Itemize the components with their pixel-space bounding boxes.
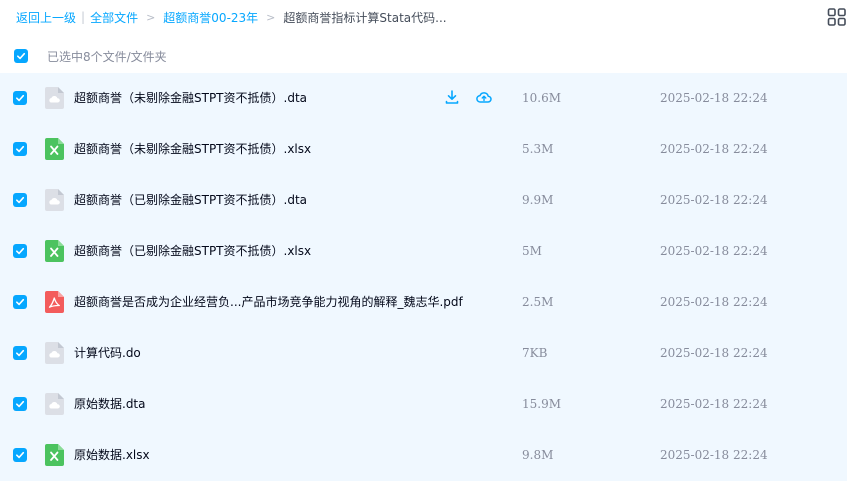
file-name[interactable]: 超额商誉（未剔除金融STPT资不抵债）.xlsx	[74, 124, 311, 175]
checkmark-icon	[16, 145, 25, 153]
back-link[interactable]: 返回上一级	[16, 9, 76, 26]
file-name[interactable]: 原始数据.dta	[74, 379, 146, 430]
checkmark-icon	[16, 400, 25, 408]
file-size: 9.8M	[522, 448, 554, 462]
checkmark-icon	[16, 196, 25, 204]
file-size: 9.9M	[522, 193, 554, 207]
file-row[interactable]: 超额商誉（已剔除金融STPT资不抵债）.xlsx 5M 2025-02-18 2…	[0, 226, 847, 277]
all-files-link[interactable]: 全部文件	[90, 9, 138, 26]
current-folder: 超额商誉指标计算Stata代码...	[283, 10, 447, 25]
file-row[interactable]: 原始数据.xlsx 9.8M 2025-02-18 22:24	[0, 430, 847, 481]
file-modified-time: 2025-02-18 22:24	[660, 295, 768, 309]
save-to-cloud-icon[interactable]	[476, 89, 492, 105]
checkmark-icon	[16, 349, 25, 357]
file-modified-time: 2025-02-18 22:24	[660, 346, 768, 360]
checkmark-icon	[16, 247, 25, 255]
pdf-file-icon	[45, 291, 64, 313]
checkmark-icon	[16, 94, 25, 102]
file-name[interactable]: 超额商誉（已剔除金融STPT资不抵债）.xlsx	[74, 226, 311, 277]
row-checkbox[interactable]	[13, 142, 27, 156]
row-checkbox[interactable]	[13, 91, 27, 105]
checkmark-icon	[16, 298, 25, 306]
file-name[interactable]: 计算代码.do	[74, 328, 141, 379]
file-modified-time: 2025-02-18 22:24	[660, 397, 768, 411]
generic-file-icon	[45, 189, 64, 211]
checkmark-icon	[17, 52, 26, 60]
excel-file-icon	[45, 138, 64, 160]
file-size: 5M	[522, 244, 542, 258]
file-name[interactable]: 超额商誉（未剔除金融STPT资不抵债）.dta	[74, 73, 307, 124]
file-row[interactable]: 超额商誉是否成为企业经营负...产品市场竞争能力视角的解释_魏志华.pdf 2.…	[0, 277, 847, 328]
file-modified-time: 2025-02-18 22:24	[660, 244, 768, 258]
file-name[interactable]: 超额商誉（已剔除金融STPT资不抵债）.dta	[74, 175, 307, 226]
file-modified-time: 2025-02-18 22:24	[660, 91, 768, 105]
generic-file-icon	[45, 393, 64, 415]
file-list: 超额商誉（未剔除金融STPT资不抵债）.dta 10.6M 2025-02-18…	[0, 73, 847, 481]
breadcrumb-separator: >	[146, 10, 156, 24]
folder-link[interactable]: 超额商誉00-23年	[163, 9, 258, 26]
generic-file-icon	[45, 87, 64, 109]
generic-file-icon	[45, 342, 64, 364]
file-modified-time: 2025-02-18 22:24	[660, 142, 768, 156]
file-size: 10.6M	[522, 91, 562, 105]
excel-file-icon	[45, 444, 64, 466]
selection-count-label: 已选中8个文件/文件夹	[47, 49, 167, 64]
excel-file-icon	[45, 240, 64, 262]
breadcrumb-pipe: |	[81, 10, 86, 24]
file-size: 7KB	[522, 346, 548, 360]
download-icon[interactable]	[444, 89, 460, 105]
select-all-checkbox[interactable]	[14, 49, 28, 63]
file-modified-time: 2025-02-18 22:24	[660, 448, 768, 462]
row-checkbox[interactable]	[13, 346, 27, 360]
row-checkbox[interactable]	[13, 193, 27, 207]
file-row[interactable]: 计算代码.do 7KB 2025-02-18 22:24	[0, 328, 847, 379]
select-all-bar: 已选中8个文件/文件夹	[0, 40, 847, 72]
file-name[interactable]: 超额商誉是否成为企业经营负...产品市场竞争能力视角的解释_魏志华.pdf	[74, 277, 463, 328]
grid-view-icon[interactable]	[827, 8, 847, 26]
file-name[interactable]: 原始数据.xlsx	[74, 430, 150, 481]
file-row[interactable]: 超额商誉（未剔除金融STPT资不抵债）.xlsx 5.3M 2025-02-18…	[0, 124, 847, 175]
file-size: 2.5M	[522, 295, 554, 309]
file-row[interactable]: 原始数据.dta 15.9M 2025-02-18 22:24	[0, 379, 847, 430]
row-checkbox[interactable]	[13, 397, 27, 411]
row-checkbox[interactable]	[13, 448, 27, 462]
file-modified-time: 2025-02-18 22:24	[660, 193, 768, 207]
row-checkbox[interactable]	[13, 244, 27, 258]
breadcrumb: 返回上一级 | 全部文件 > 超额商誉00-23年 > 超额商誉指标计算Stat…	[0, 0, 847, 34]
file-size: 5.3M	[522, 142, 554, 156]
file-row[interactable]: 超额商誉（未剔除金融STPT资不抵债）.dta 10.6M 2025-02-18…	[0, 73, 847, 124]
checkmark-icon	[16, 451, 25, 459]
file-row[interactable]: 超额商誉（已剔除金融STPT资不抵债）.dta 9.9M 2025-02-18 …	[0, 175, 847, 226]
file-size: 15.9M	[522, 397, 562, 411]
row-checkbox[interactable]	[13, 295, 27, 309]
breadcrumb-separator: >	[266, 10, 276, 24]
